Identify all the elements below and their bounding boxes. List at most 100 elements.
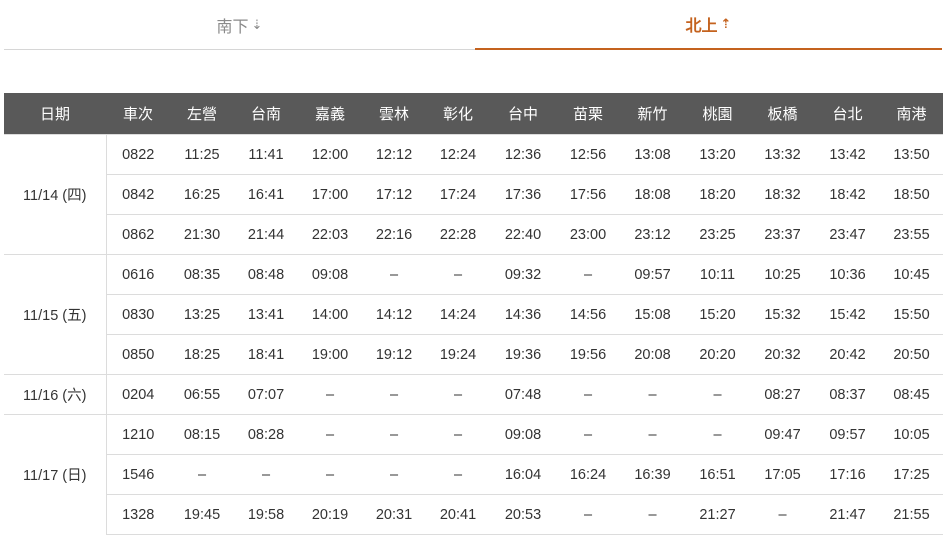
time-cell: 20:20 — [685, 334, 750, 375]
time-cell: 17:05 — [750, 454, 815, 495]
time-cell: – — [298, 454, 362, 495]
timetable: 日期 車次 左營 台南 嘉義 雲林 彰化 台中 苗栗 新竹 桃園 板橋 台北 南港 11/14 (四) 08… — [4, 93, 943, 535]
time-cell: 23:00 — [556, 214, 620, 255]
header-train-number: 車次 — [106, 93, 170, 135]
time-cell: 16:25 — [170, 174, 234, 215]
time-cell: 16:04 — [490, 454, 556, 495]
time-cell: 22:16 — [362, 214, 426, 255]
time-cell: 17:24 — [426, 174, 490, 215]
time-cell: – — [556, 494, 620, 535]
time-cell: 14:36 — [490, 294, 556, 335]
time-cell: 22:40 — [490, 214, 556, 255]
time-cell: 19:00 — [298, 334, 362, 375]
time-cell: 21:44 — [234, 214, 298, 255]
time-cell: 23:47 — [815, 214, 880, 255]
tab-southbound[interactable]: 南下 ⇣ — [4, 0, 475, 50]
tab-southbound-label: 南下 — [216, 18, 249, 36]
time-cell: 08:28 — [234, 414, 298, 455]
time-cell: 08:15 — [170, 414, 234, 455]
time-cell: 19:58 — [234, 494, 298, 535]
table-row: 1546– – – – –16:04 16:24 16:39 16:51 17:05 17:16 1… — [4, 454, 943, 495]
time-cell: – — [362, 414, 426, 455]
table-row: 11/15 (五) 0616 08:35 08:48 09:08– –09:32–09:5… — [4, 254, 943, 375]
table-row: 0862 21:30 21:44 22:03 22:16 22:28 22:40 23:00 2… — [4, 214, 943, 255]
arrow-up-icon: ⇡ — [720, 16, 732, 31]
time-cell: 12:00 — [298, 134, 362, 175]
time-cell: 21:47 — [815, 494, 880, 535]
header-station: 彰化 — [426, 93, 490, 135]
header-station: 嘉義 — [298, 93, 362, 135]
time-cell: 20:31 — [362, 494, 426, 535]
header-station: 台中 — [490, 93, 556, 135]
time-cell: 18:41 — [234, 334, 298, 375]
time-cell: 15:42 — [815, 294, 880, 335]
time-cell: 14:24 — [426, 294, 490, 335]
table-row: 11/14 (四) 0822 11:25 11:41 12:00 12:12 12:24 12… — [4, 134, 943, 255]
time-cell: 12:24 — [426, 134, 490, 175]
table-row: 11/17 (日) 1210 08:15 08:28– – –09:08– – –09:47 0… — [4, 414, 943, 535]
time-cell: 17:56 — [556, 174, 620, 215]
time-cell: 10:36 — [815, 254, 880, 295]
time-cell: 21:27 — [685, 494, 750, 535]
time-cell: – — [426, 374, 490, 415]
train-number-cell: 1546 — [106, 454, 170, 495]
time-cell: 19:45 — [170, 494, 234, 535]
time-cell: – — [620, 374, 685, 415]
time-cell: 16:24 — [556, 454, 620, 495]
time-cell: 16:39 — [620, 454, 685, 495]
time-cell: 19:56 — [556, 334, 620, 375]
time-cell: – — [685, 414, 750, 455]
time-cell: – — [234, 454, 298, 495]
table-row: 11/16 (六) 0204 06:55 07:07– – –07:48– – –08:27 0… — [4, 374, 943, 415]
time-cell: 09:57 — [815, 414, 880, 455]
time-cell: 18:50 — [880, 174, 943, 215]
date-cell: 11/14 (四) — [4, 134, 107, 255]
train-number-cell: 0862 — [106, 214, 170, 255]
time-cell: 19:12 — [362, 334, 426, 375]
time-cell: – — [426, 414, 490, 455]
time-cell: 09:08 — [490, 414, 556, 455]
time-cell: 18:42 — [815, 174, 880, 215]
time-cell: – — [362, 454, 426, 495]
time-cell: – — [750, 494, 815, 535]
header-station: 台南 — [234, 93, 298, 135]
header-station: 雲林 — [362, 93, 426, 135]
time-cell: 13:32 — [750, 134, 815, 175]
time-cell: 17:12 — [362, 174, 426, 215]
time-cell: 18:20 — [685, 174, 750, 215]
header-station: 左營 — [170, 93, 234, 135]
time-cell: 06:55 — [170, 374, 234, 415]
time-cell: 19:24 — [426, 334, 490, 375]
table-row: 0842 16:25 16:41 17:00 17:12 17:24 17:36 17:56 1… — [4, 174, 943, 215]
tab-northbound-label: 北上 — [685, 18, 718, 35]
time-cell: 11:41 — [234, 134, 298, 175]
time-cell: 09:08 — [298, 254, 362, 295]
train-number-cell: 1328 — [106, 494, 170, 535]
time-cell: 18:25 — [170, 334, 234, 375]
time-cell: 23:12 — [620, 214, 685, 255]
time-cell: – — [426, 254, 490, 295]
time-cell: – — [556, 374, 620, 415]
time-cell: 13:25 — [170, 294, 234, 335]
time-cell: 13:42 — [815, 134, 880, 175]
tab-northbound[interactable]: 北上 ⇡ — [475, 0, 942, 50]
time-cell: – — [620, 414, 685, 455]
table-row: 1328 19:45 19:58 20:19 20:31 20:41 20:53– –21:2… — [4, 494, 943, 535]
time-cell: 11:25 — [170, 134, 234, 175]
table-row: 0830 13:25 13:41 14:00 14:12 14:24 14:36 14:56 1… — [4, 294, 943, 335]
train-number-cell: 0822 — [106, 134, 170, 175]
time-cell: – — [685, 374, 750, 415]
time-cell: 17:00 — [298, 174, 362, 215]
time-cell: 12:56 — [556, 134, 620, 175]
header-row: 日期 車次 左營 台南 嘉義 雲林 彰化 台中 苗栗 新竹 桃園 板橋 台北 南港 — [4, 93, 943, 135]
table-row: 0850 18:25 18:41 19:00 19:12 19:24 19:36 19:56 2… — [4, 334, 943, 375]
time-cell: 20:42 — [815, 334, 880, 375]
time-cell: – — [298, 414, 362, 455]
time-cell: 18:08 — [620, 174, 685, 215]
time-cell: 23:25 — [685, 214, 750, 255]
time-cell: 08:45 — [880, 374, 943, 415]
time-cell: 15:50 — [880, 294, 943, 335]
header-station: 新竹 — [620, 93, 685, 135]
arrow-down-icon: ⇣ — [251, 16, 263, 32]
time-cell: 19:36 — [490, 334, 556, 375]
